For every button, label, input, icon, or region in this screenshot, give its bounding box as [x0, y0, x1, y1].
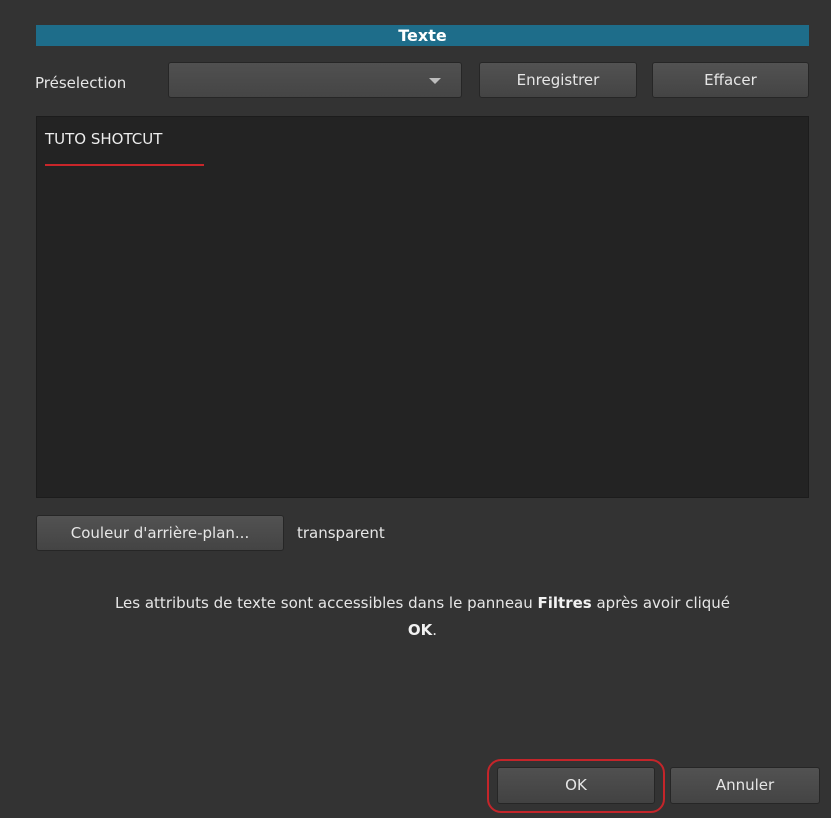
info-text: Les attributs de texte sont accessibles …	[36, 590, 809, 644]
chevron-down-icon	[429, 78, 441, 84]
spellcheck-underline	[45, 164, 204, 166]
text-editor-content: TUTO SHOTCUT	[45, 130, 163, 148]
info-text-part1: Les attributs de texte sont accessibles …	[114, 594, 538, 612]
info-text-filters: Filtres	[537, 594, 592, 612]
background-color-value: transparent	[297, 524, 385, 542]
save-preset-button[interactable]: Enregistrer	[479, 62, 637, 98]
info-text-part2: après avoir cliqué	[591, 594, 731, 612]
text-dialog: Texte Préselection Enregistrer Effacer T…	[0, 0, 831, 818]
dialog-title: Texte	[36, 25, 809, 46]
cancel-button[interactable]: Annuler	[670, 767, 820, 804]
preset-dropdown[interactable]	[168, 62, 462, 98]
ok-button[interactable]: OK	[497, 767, 655, 804]
info-text-part3: .	[432, 621, 438, 639]
preset-label: Préselection	[35, 74, 127, 92]
clear-preset-button[interactable]: Effacer	[652, 62, 809, 98]
info-text-ok: OK	[407, 621, 433, 639]
text-editor[interactable]: TUTO SHOTCUT	[36, 116, 809, 498]
background-color-button[interactable]: Couleur d'arrière-plan...	[36, 515, 284, 551]
